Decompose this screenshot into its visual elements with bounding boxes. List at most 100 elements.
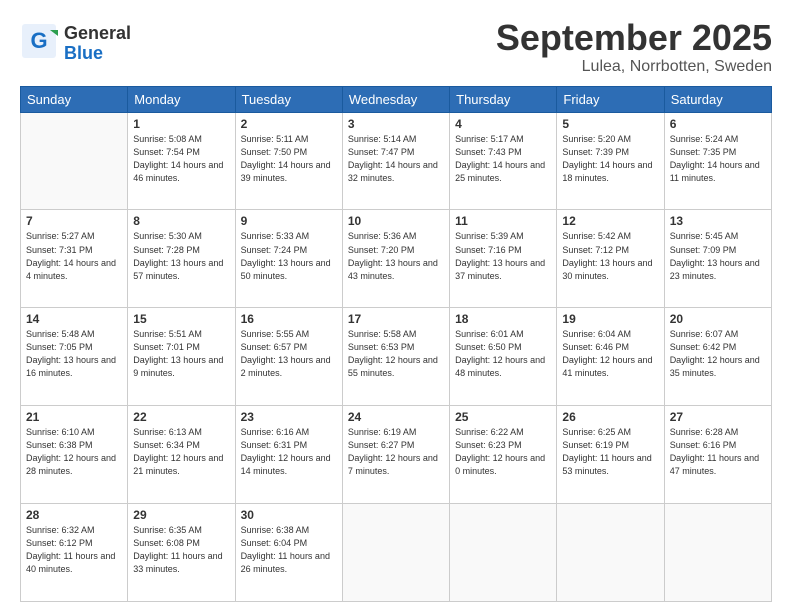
day-number: 7 — [26, 214, 122, 228]
day-info: Sunrise: 6:38 AMSunset: 6:04 PMDaylight:… — [241, 524, 337, 576]
day-number: 24 — [348, 410, 444, 424]
day-number: 17 — [348, 312, 444, 326]
page: G General Blue September 2025 Lulea, Nor… — [0, 0, 792, 612]
table-row — [342, 504, 449, 602]
day-number: 9 — [241, 214, 337, 228]
table-row: 27 Sunrise: 6:28 AMSunset: 6:16 PMDayligh… — [664, 406, 771, 504]
table-row: 13Sunrise: 5:45 AMSunset: 7:09 PMDayligh… — [664, 210, 771, 308]
weekday-header-row: Sunday Monday Tuesday Wednesday Thursday… — [21, 86, 772, 112]
logo-text: General Blue — [64, 24, 131, 64]
day-number: 12 — [562, 214, 658, 228]
calendar-week-row: 1 Sunrise: 5:08 AMSunset: 7:54 PMDaylight… — [21, 112, 772, 210]
calendar-week-row: 21 Sunrise: 6:10 AMSunset: 6:38 PMDayligh… — [21, 406, 772, 504]
day-info: Sunrise: 5:27 AMSunset: 7:31 PMDaylight:… — [26, 230, 122, 282]
table-row: 16 Sunrise: 5:55 AMSunset: 6:57 PMDayligh… — [235, 308, 342, 406]
day-number: 19 — [562, 312, 658, 326]
day-info: Sunrise: 6:25 AMSunset: 6:19 PMDaylight:… — [562, 426, 658, 478]
table-row: 9 Sunrise: 5:33 AMSunset: 7:24 PMDaylight… — [235, 210, 342, 308]
day-info: Sunrise: 5:55 AMSunset: 6:57 PMDaylight:… — [241, 328, 337, 380]
table-row: 3 Sunrise: 5:14 AMSunset: 7:47 PMDaylight… — [342, 112, 449, 210]
table-row: 30 Sunrise: 6:38 AMSunset: 6:04 PMDayligh… — [235, 504, 342, 602]
table-row: 1 Sunrise: 5:08 AMSunset: 7:54 PMDaylight… — [128, 112, 235, 210]
calendar-table: Sunday Monday Tuesday Wednesday Thursday… — [20, 86, 772, 602]
day-info: Sunrise: 5:36 AMSunset: 7:20 PMDaylight:… — [348, 230, 444, 282]
day-info: Sunrise: 6:10 AMSunset: 6:38 PMDaylight:… — [26, 426, 122, 478]
table-row: 18 Sunrise: 6:01 AMSunset: 6:50 PMDayligh… — [450, 308, 557, 406]
day-info: Sunrise: 6:04 AMSunset: 6:46 PMDaylight:… — [562, 328, 658, 380]
svg-text:G: G — [30, 28, 47, 53]
table-row: 20 Sunrise: 6:07 AMSunset: 6:42 PMDayligh… — [664, 308, 771, 406]
day-info: Sunrise: 5:45 AMSunset: 7:09 PMDaylight:… — [670, 230, 766, 282]
day-info: Sunrise: 5:08 AMSunset: 7:54 PMDaylight:… — [133, 133, 229, 185]
day-number: 21 — [26, 410, 122, 424]
location-subtitle: Lulea, Norrbotten, Sweden — [496, 58, 772, 76]
table-row: 29 Sunrise: 6:35 AMSunset: 6:08 PMDayligh… — [128, 504, 235, 602]
day-number: 26 — [562, 410, 658, 424]
day-info: Sunrise: 5:30 AMSunset: 7:28 PMDaylight:… — [133, 230, 229, 282]
day-info: Sunrise: 5:42 AMSunset: 7:12 PMDaylight:… — [562, 230, 658, 282]
day-number: 23 — [241, 410, 337, 424]
day-number: 1 — [133, 117, 229, 131]
day-number: 11 — [455, 214, 551, 228]
day-info: Sunrise: 5:58 AMSunset: 6:53 PMDaylight:… — [348, 328, 444, 380]
day-number: 20 — [670, 312, 766, 326]
table-row: 22 Sunrise: 6:13 AMSunset: 6:34 PMDayligh… — [128, 406, 235, 504]
table-row: 14Sunrise: 5:48 AMSunset: 7:05 PMDayligh… — [21, 308, 128, 406]
table-row: 28 Sunrise: 6:32 AMSunset: 6:12 PMDayligh… — [21, 504, 128, 602]
table-row — [21, 112, 128, 210]
day-number: 4 — [455, 117, 551, 131]
day-info: Sunrise: 6:01 AMSunset: 6:50 PMDaylight:… — [455, 328, 551, 380]
table-row: 2Sunrise: 5:11 AMSunset: 7:50 PMDaylight… — [235, 112, 342, 210]
calendar-week-row: 14Sunrise: 5:48 AMSunset: 7:05 PMDayligh… — [21, 308, 772, 406]
day-number: 28 — [26, 508, 122, 522]
day-info: Sunrise: 5:24 AMSunset: 7:35 PMDaylight:… — [670, 133, 766, 185]
day-number: 8 — [133, 214, 229, 228]
day-info: Sunrise: 6:13 AMSunset: 6:34 PMDaylight:… — [133, 426, 229, 478]
table-row: 5 Sunrise: 5:20 AMSunset: 7:39 PMDaylight… — [557, 112, 664, 210]
table-row: 26 Sunrise: 6:25 AMSunset: 6:19 PMDayligh… — [557, 406, 664, 504]
day-number: 22 — [133, 410, 229, 424]
month-title: September 2025 — [496, 18, 772, 58]
day-number: 10 — [348, 214, 444, 228]
day-number: 18 — [455, 312, 551, 326]
table-row: 17 Sunrise: 5:58 AMSunset: 6:53 PMDayligh… — [342, 308, 449, 406]
table-row: 6 Sunrise: 5:24 AMSunset: 7:35 PMDaylight… — [664, 112, 771, 210]
table-row: 11 Sunrise: 5:39 AMSunset: 7:16 PMDayligh… — [450, 210, 557, 308]
day-info: Sunrise: 6:28 AMSunset: 6:16 PMDaylight:… — [670, 426, 766, 478]
day-info: Sunrise: 5:51 AMSunset: 7:01 PMDaylight:… — [133, 328, 229, 380]
day-info: Sunrise: 5:33 AMSunset: 7:24 PMDaylight:… — [241, 230, 337, 282]
day-info: Sunrise: 5:39 AMSunset: 7:16 PMDaylight:… — [455, 230, 551, 282]
table-row: 4Sunrise: 5:17 AMSunset: 7:43 PMDaylight… — [450, 112, 557, 210]
day-number: 30 — [241, 508, 337, 522]
day-info: Sunrise: 6:19 AMSunset: 6:27 PMDaylight:… — [348, 426, 444, 478]
header-tuesday: Tuesday — [235, 86, 342, 112]
day-number: 5 — [562, 117, 658, 131]
table-row — [450, 504, 557, 602]
table-row: 12 Sunrise: 5:42 AMSunset: 7:12 PMDayligh… — [557, 210, 664, 308]
table-row: 8 Sunrise: 5:30 AMSunset: 7:28 PMDaylight… — [128, 210, 235, 308]
day-info: Sunrise: 6:32 AMSunset: 6:12 PMDaylight:… — [26, 524, 122, 576]
logo-icon: G — [20, 22, 58, 60]
header-friday: Friday — [557, 86, 664, 112]
day-info: Sunrise: 6:07 AMSunset: 6:42 PMDaylight:… — [670, 328, 766, 380]
logo-general: General — [64, 24, 131, 44]
table-row — [557, 504, 664, 602]
day-number: 6 — [670, 117, 766, 131]
logo-blue: Blue — [64, 44, 131, 64]
day-info: Sunrise: 5:11 AMSunset: 7:50 PMDaylight:… — [241, 133, 337, 185]
calendar-week-row: 7 Sunrise: 5:27 AMSunset: 7:31 PMDaylight… — [21, 210, 772, 308]
day-info: Sunrise: 6:16 AMSunset: 6:31 PMDaylight:… — [241, 426, 337, 478]
day-number: 29 — [133, 508, 229, 522]
table-row — [664, 504, 771, 602]
day-info: Sunrise: 5:14 AMSunset: 7:47 PMDaylight:… — [348, 133, 444, 185]
day-info: Sunrise: 5:20 AMSunset: 7:39 PMDaylight:… — [562, 133, 658, 185]
table-row: 24 Sunrise: 6:19 AMSunset: 6:27 PMDayligh… — [342, 406, 449, 504]
day-info: Sunrise: 6:22 AMSunset: 6:23 PMDaylight:… — [455, 426, 551, 478]
day-info: Sunrise: 6:35 AMSunset: 6:08 PMDaylight:… — [133, 524, 229, 576]
day-number: 16 — [241, 312, 337, 326]
day-number: 3 — [348, 117, 444, 131]
table-row: 15Sunrise: 5:51 AMSunset: 7:01 PMDayligh… — [128, 308, 235, 406]
table-row: 21 Sunrise: 6:10 AMSunset: 6:38 PMDayligh… — [21, 406, 128, 504]
table-row: 25Sunrise: 6:22 AMSunset: 6:23 PMDayligh… — [450, 406, 557, 504]
day-number: 27 — [670, 410, 766, 424]
